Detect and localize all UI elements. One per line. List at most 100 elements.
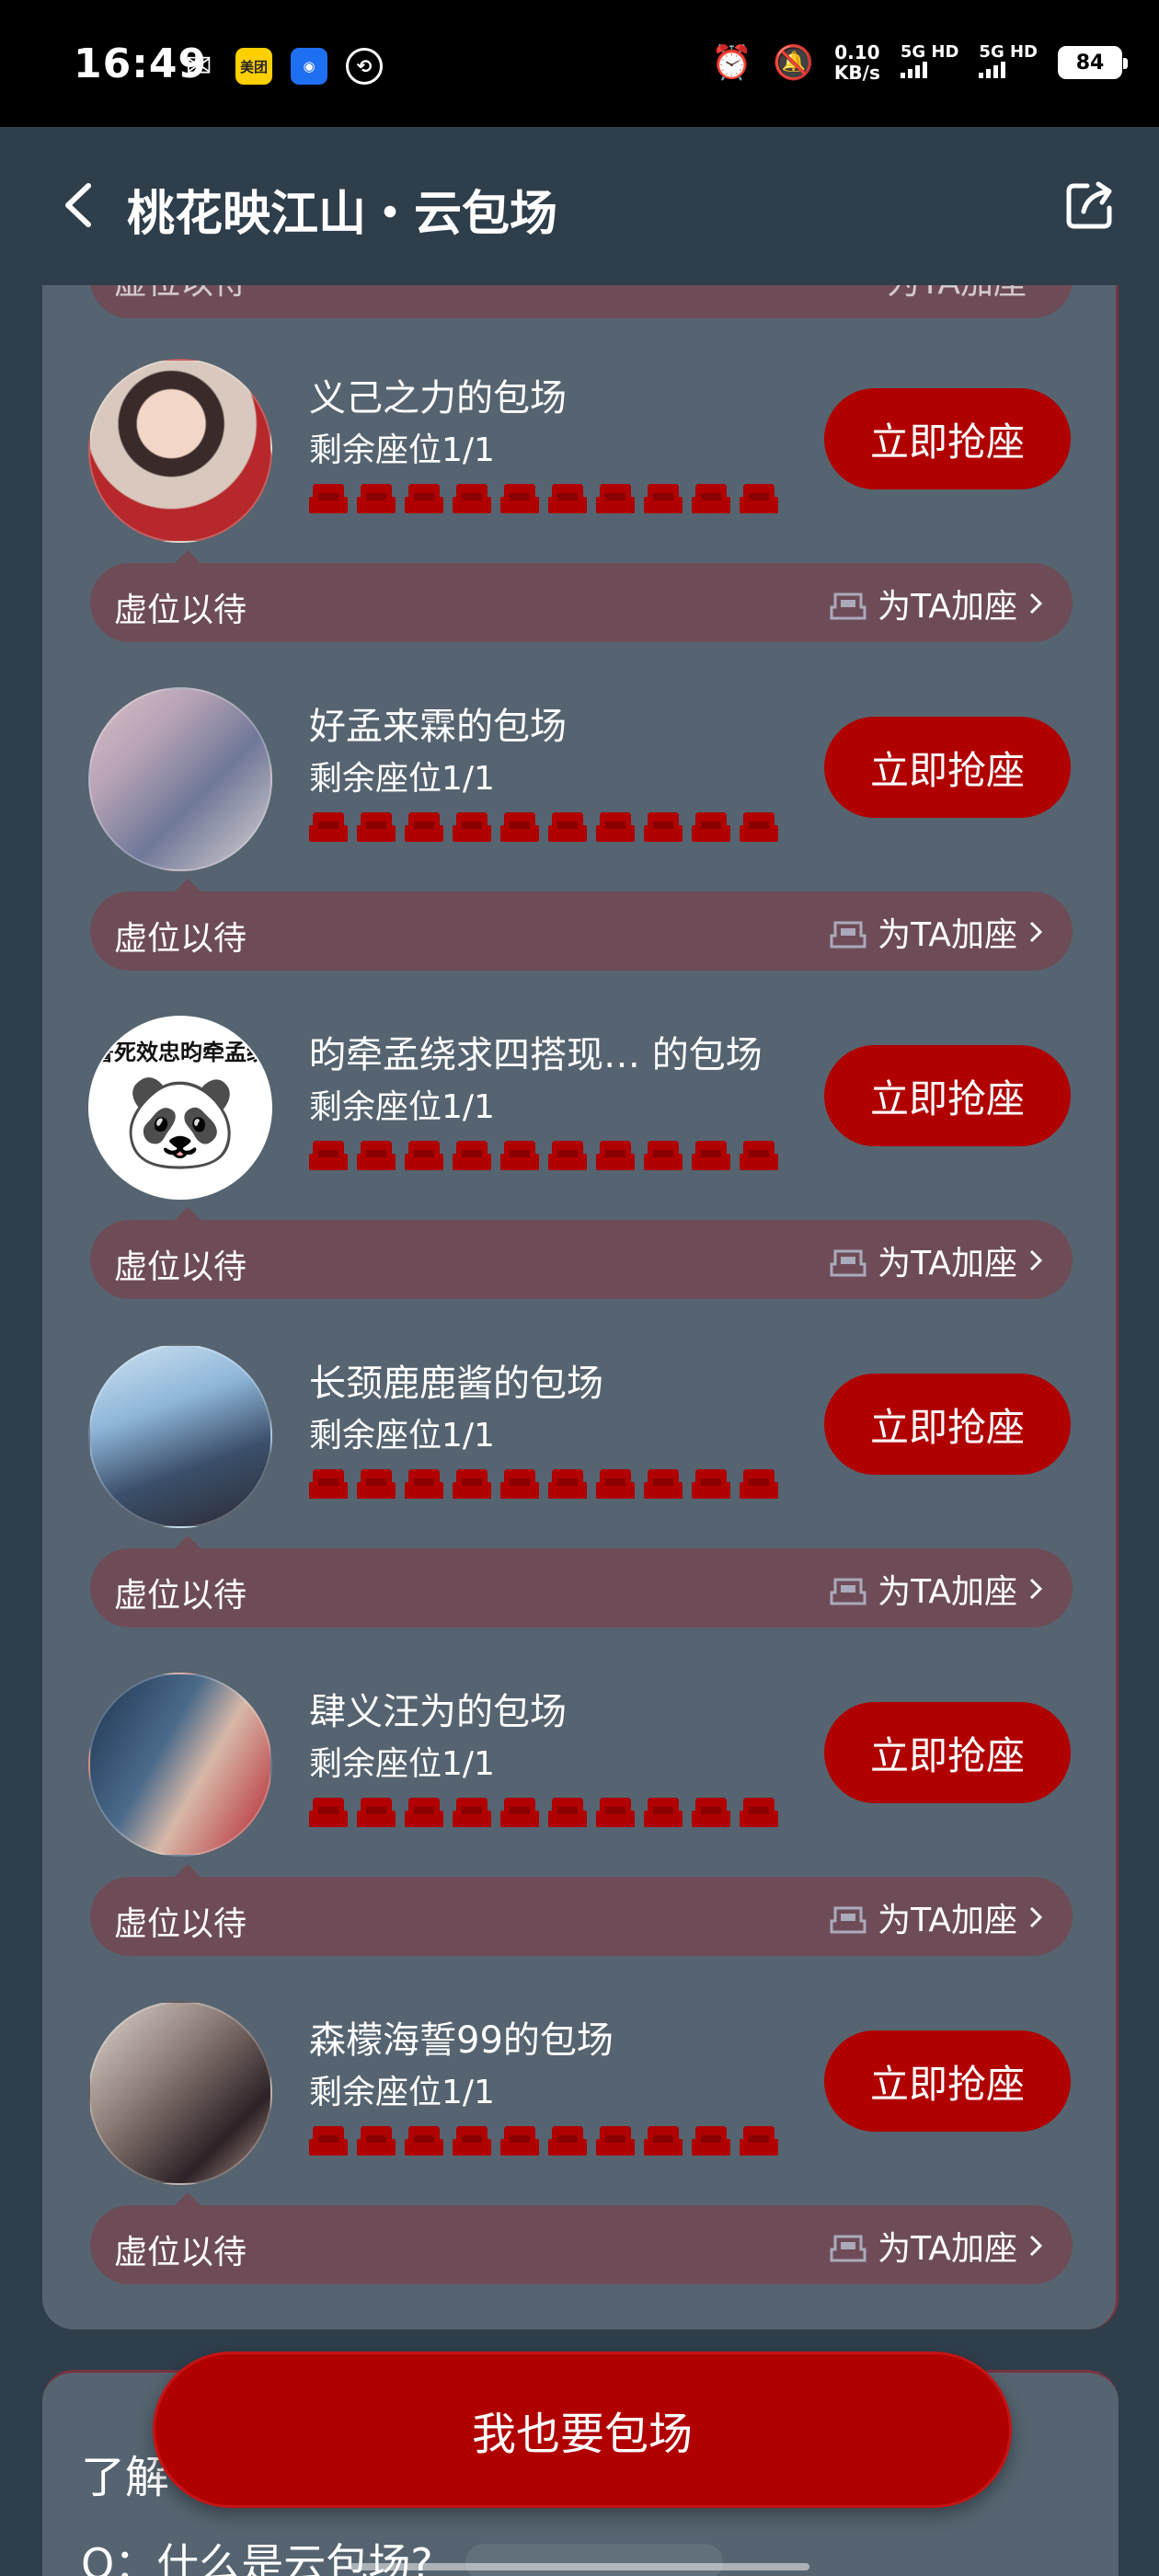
grab-seat-button[interactable]: 立即抢座 [824,388,1071,489]
seat-icon [692,1469,730,1499]
seat-icon [596,1469,635,1499]
share-icon[interactable] [1063,178,1117,232]
status-bar: 16:49 ✉ 美团 ◉ ⟲ ⏰ 🔕 0.10 KB/s 5G HD 5G HD… [0,0,1159,127]
seat-icon [405,812,443,842]
seat-icon [357,1469,396,1499]
booking-name: 长颈鹿鹿酱的包场 [309,1363,603,1405]
seat-icon [692,812,730,842]
seat-icon [309,484,348,513]
seat-icon [548,812,587,842]
seat-icon [405,1798,443,1827]
seat-icon [596,812,635,842]
seat-icon [644,1141,683,1170]
network-speed: 0.10 KB/s [833,41,880,84]
seat-row [309,480,778,515]
booking-item: 义己之力的包场 剩余座位1/1 立即抢座 虚位以待 为TA加座 [42,285,1116,642]
remaining-seats: 剩余座位1/1 [309,1088,495,1126]
user-avatar[interactable] [88,359,272,543]
seat-icon [692,1141,730,1170]
booking-name: 肆义汪为的包场 [309,1691,567,1733]
seat-icon [644,1798,683,1827]
seat-icon [453,1798,491,1827]
booking-name: 昀牵孟绕求四搭现… 的包场 [309,1034,763,1076]
panda-meme-icon: 🐼 [122,1067,238,1175]
seat-icon [548,484,587,513]
seat-icon [357,812,396,842]
seat-icon [453,812,491,842]
booking-item: 森檬海誓99的包场 剩余座位1/1 立即抢座 虚位以待 为TA加座 [42,1927,1116,2284]
grab-seat-button[interactable]: 立即抢座 [824,1045,1071,1146]
booking-name: 森檬海誓99的包场 [309,2019,614,2062]
sofa-icon [830,2235,866,2262]
remaining-seats: 剩余座位1/1 [309,431,495,469]
page-header: 桃花映江山・云包场 [0,127,1159,285]
avatar-caption: 誓死效忠昀牵孟绕 [92,1040,269,1065]
user-avatar[interactable] [88,2001,272,2185]
remaining-seats: 剩余座位1/1 [309,760,495,798]
seat-icon [596,484,635,513]
seat-row [309,2122,778,2157]
booking-list: 虚位以待 为TA加座 义己之力的包场 剩余座位1/1 立即抢座 虚位以待 为TA… [42,285,1119,2329]
battery-indicator: 84 [1058,46,1128,79]
grab-seat-button[interactable]: 立即抢座 [824,1374,1071,1475]
user-avatar[interactable] [88,687,272,871]
seat-row [309,809,778,844]
seat-icon [548,1798,587,1827]
user-avatar[interactable] [88,1344,272,1528]
seat-icon [692,2126,730,2156]
seat-icon [405,2126,443,2156]
seat-icon [548,1469,587,1499]
wechat-icon: ✉ [185,48,212,85]
seat-icon [500,1141,539,1170]
seat-icon [405,1469,443,1499]
grab-seat-button[interactable]: 立即抢座 [824,717,1071,818]
booking-item: 誓死效忠昀牵孟绕 🐼 昀牵孟绕求四搭现… 的包场 剩余座位1/1 立即抢座 虚位… [42,942,1116,1299]
user-avatar[interactable]: 誓死效忠昀牵孟绕 🐼 [88,1016,272,1200]
booking-item: 好孟来霖的包场 剩余座位1/1 立即抢座 虚位以待 为TA加座 [42,614,1116,971]
seat-icon [500,812,539,842]
seat-icon [309,1141,348,1170]
seat-icon [357,2126,396,2156]
seat-icon [309,2126,348,2156]
booking-item: 肆义汪为的包场 剩余座位1/1 立即抢座 虚位以待 为TA加座 [42,1599,1116,1956]
seat-icon [596,1798,635,1827]
seat-icon [405,1141,443,1170]
seat-icon [500,2126,539,2156]
seat-icon [644,484,683,513]
user-avatar[interactable] [88,1673,272,1857]
seat-icon [357,484,396,513]
seat-icon [357,1798,396,1827]
system-icons: ⏰ 🔕 0.10 KB/s 5G HD 5G HD 84 [711,41,1128,84]
seat-icon [740,1798,778,1827]
book-session-button[interactable]: 我也要包场 [153,2352,1012,2508]
signal-2: 5G HD [979,42,1038,83]
seat-icon [309,1798,348,1827]
add-seat-link[interactable]: 为TA加座 [828,2222,1045,2270]
seat-icon [453,1469,491,1499]
seat-icon [453,484,491,513]
alarm-icon: ⏰ [711,44,753,82]
wait-label: 虚位以待 [114,2234,247,2271]
grab-seat-button[interactable]: 立即抢座 [824,2030,1071,2132]
home-indicator [350,2563,809,2570]
seat-row [309,1794,778,1829]
remaining-seats: 剩余座位1/1 [309,2074,495,2111]
notification-icons: ✉ 美团 ◉ ⟲ [180,48,383,85]
faq-blurred-text [465,2544,723,2576]
remaining-seats: 剩余座位1/1 [309,1745,495,1783]
grab-seat-button[interactable]: 立即抢座 [824,1702,1071,1803]
seat-icon [500,1798,539,1827]
seat-icon [596,2126,635,2156]
page-title: 桃花映江山・云包场 [127,187,558,242]
back-arrow-icon[interactable] [57,180,103,230]
booking-name: 义己之力的包场 [309,377,567,420]
seat-icon [740,484,778,513]
seat-icon [692,1798,730,1827]
seat-row [309,1137,778,1172]
seat-icon [548,2126,587,2156]
seat-icon [309,812,348,842]
app-notification-icon: ◉ [291,48,327,85]
seat-row [309,1466,778,1501]
seat-icon [644,2126,683,2156]
chevron-right-icon [1029,2235,1043,2257]
